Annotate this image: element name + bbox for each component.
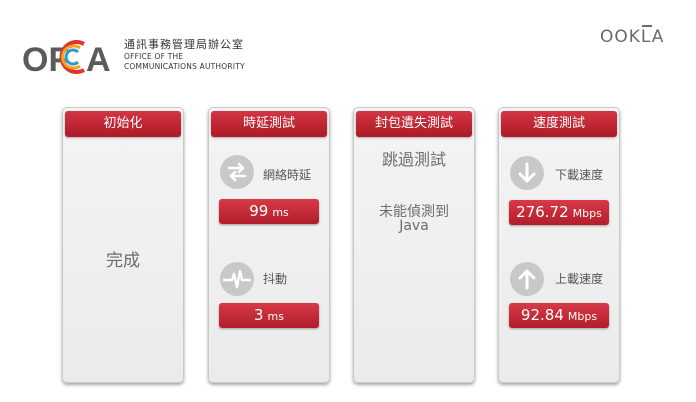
init-status: 完成 [106, 251, 140, 271]
arrow-up-icon [510, 262, 544, 296]
latency-value-box: 99 ms [219, 199, 319, 224]
init-panel: 初始化 完成 [62, 107, 184, 383]
arrow-down-icon [510, 156, 544, 190]
download-unit: Mbps [572, 207, 602, 220]
latency-label: 網絡時延 [263, 168, 312, 182]
upload-value-box: 92.84 Mbps [509, 303, 609, 328]
init-panel-title: 初始化 [65, 111, 181, 137]
packet-loss-panel: 封包遺失測試 跳過測試 未能偵測到 Java [353, 107, 475, 383]
jitter-value: 3 [254, 306, 264, 324]
logo-chinese-name: 通訊事務管理局辦公室 [124, 38, 244, 51]
java-label: Java [399, 218, 429, 234]
latency-panel: 時延測試 網絡時延 99 ms 抖動 3 ms [208, 107, 330, 383]
svg-text:A: A [86, 41, 111, 76]
latency-value: 99 [249, 202, 269, 220]
jitter-unit: ms [267, 310, 284, 323]
ofca-logo: OF A 通訊事務管理局辦公室 OFFICE OF THE COMMUNICAT… [22, 36, 250, 78]
latency-unit: ms [272, 206, 289, 219]
swap-arrows-icon [220, 155, 254, 189]
download-label: 下載速度 [555, 168, 604, 182]
speed-panel: 速度測試 下載速度 276.72 Mbps 上載速度 92.84 Mbps [498, 107, 620, 383]
upload-value: 92.84 [520, 306, 564, 324]
download-value-box: 276.72 Mbps [509, 200, 609, 225]
latency-panel-title: 時延測試 [211, 111, 327, 137]
ofca-logo-mark: OF A [22, 40, 111, 76]
waveform-icon [220, 262, 254, 296]
packet-loss-panel-title: 封包遺失測試 [356, 111, 472, 137]
upload-unit: Mbps [567, 310, 598, 323]
logo-english-line2: COMMUNICATIONS AUTHORITY [124, 61, 245, 71]
jitter-value-box: 3 ms [219, 303, 319, 328]
jitter-label: 抖動 [263, 272, 288, 286]
ookla-logo-accent [642, 25, 652, 27]
speed-panel-title: 速度測試 [501, 111, 617, 137]
logo-english-line1: OFFICE OF THE [124, 52, 184, 61]
skip-test-text: 跳過測試 [381, 150, 446, 169]
ofca-logo-text: 通訊事務管理局辦公室 OFFICE OF THE COMMUNICATIONS … [124, 38, 245, 71]
upload-label: 上載速度 [555, 272, 604, 286]
download-value: 276.72 [516, 203, 569, 221]
ookla-logo: OOKLA [600, 27, 665, 47]
